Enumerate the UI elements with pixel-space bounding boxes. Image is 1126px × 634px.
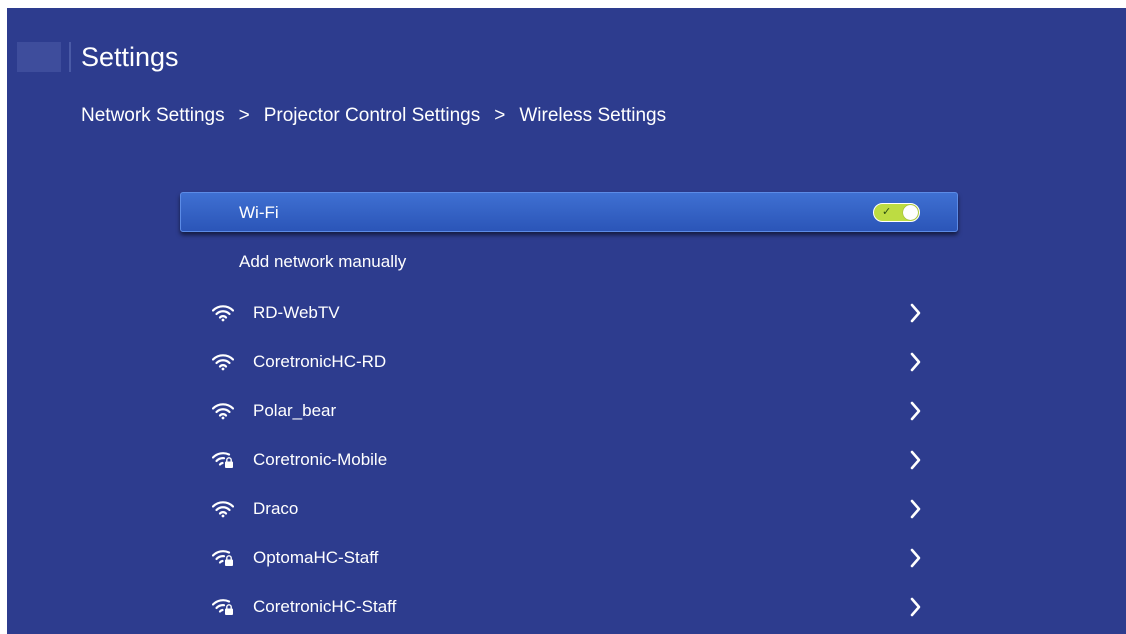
add-network-manually-item[interactable]: Add network manually — [239, 251, 406, 273]
wifi-icon — [211, 500, 235, 518]
network-item[interactable]: OptomaHC-Staff — [211, 543, 932, 573]
chevron-right-icon[interactable] — [909, 400, 921, 422]
chevron-right-icon[interactable] — [909, 596, 921, 618]
breadcrumb-separator: > — [238, 105, 250, 126]
network-item[interactable]: CoretronicHC-RD — [211, 347, 932, 377]
wifi-lock-icon — [211, 549, 234, 567]
network-name: Polar_bear — [253, 401, 337, 420]
network-item[interactable]: Coretronic-Mobile — [211, 445, 932, 475]
settings-screen: Settings Network Settings > Projector Cont… — [7, 8, 1126, 634]
wifi-lock-icon — [211, 598, 234, 616]
chevron-right-icon[interactable] — [909, 498, 921, 520]
network-name: Draco — [253, 499, 299, 518]
network-name: CoretronicHC-Staff — [253, 597, 397, 616]
network-item[interactable]: CoretronicHC-Staff — [211, 592, 932, 622]
breadcrumb-separator: > — [494, 105, 506, 126]
network-name: OptomaHC-Staff — [253, 548, 379, 567]
breadcrumb-item-wireless-settings: Wireless Settings — [519, 105, 667, 126]
chevron-right-icon[interactable] — [909, 547, 921, 569]
wifi-icon — [211, 402, 235, 420]
network-item[interactable]: RD-WebTV — [211, 298, 932, 328]
chevron-right-icon[interactable] — [909, 302, 921, 324]
network-name: RD-WebTV — [253, 303, 340, 322]
page-title: Settings — [81, 42, 179, 72]
wifi-icon — [211, 304, 235, 322]
breadcrumb-item-projector-control-settings: Projector Control Settings — [263, 105, 481, 126]
network-item[interactable]: Draco — [211, 494, 932, 524]
network-item[interactable]: Polar_bear — [211, 396, 932, 426]
logo-placeholder — [17, 42, 61, 72]
chevron-right-icon[interactable] — [909, 449, 921, 471]
toggle-knob — [903, 205, 918, 220]
breadcrumb-item-network-settings: Network Settings — [81, 105, 225, 126]
title-divider — [69, 42, 71, 72]
wifi-toggle-row[interactable]: Wi-Fi ✓ — [180, 192, 958, 232]
check-icon: ✓ — [882, 206, 892, 218]
wifi-toggle[interactable]: ✓ — [873, 203, 920, 222]
network-name: Coretronic-Mobile — [253, 450, 388, 469]
wifi-icon — [211, 353, 235, 371]
wifi-label: Wi-Fi — [239, 203, 279, 222]
wifi-lock-icon — [211, 451, 234, 469]
network-name: CoretronicHC-RD — [253, 352, 387, 371]
chevron-right-icon[interactable] — [909, 351, 921, 373]
breadcrumb: Network Settings > Projector Control Setti… — [81, 104, 666, 128]
